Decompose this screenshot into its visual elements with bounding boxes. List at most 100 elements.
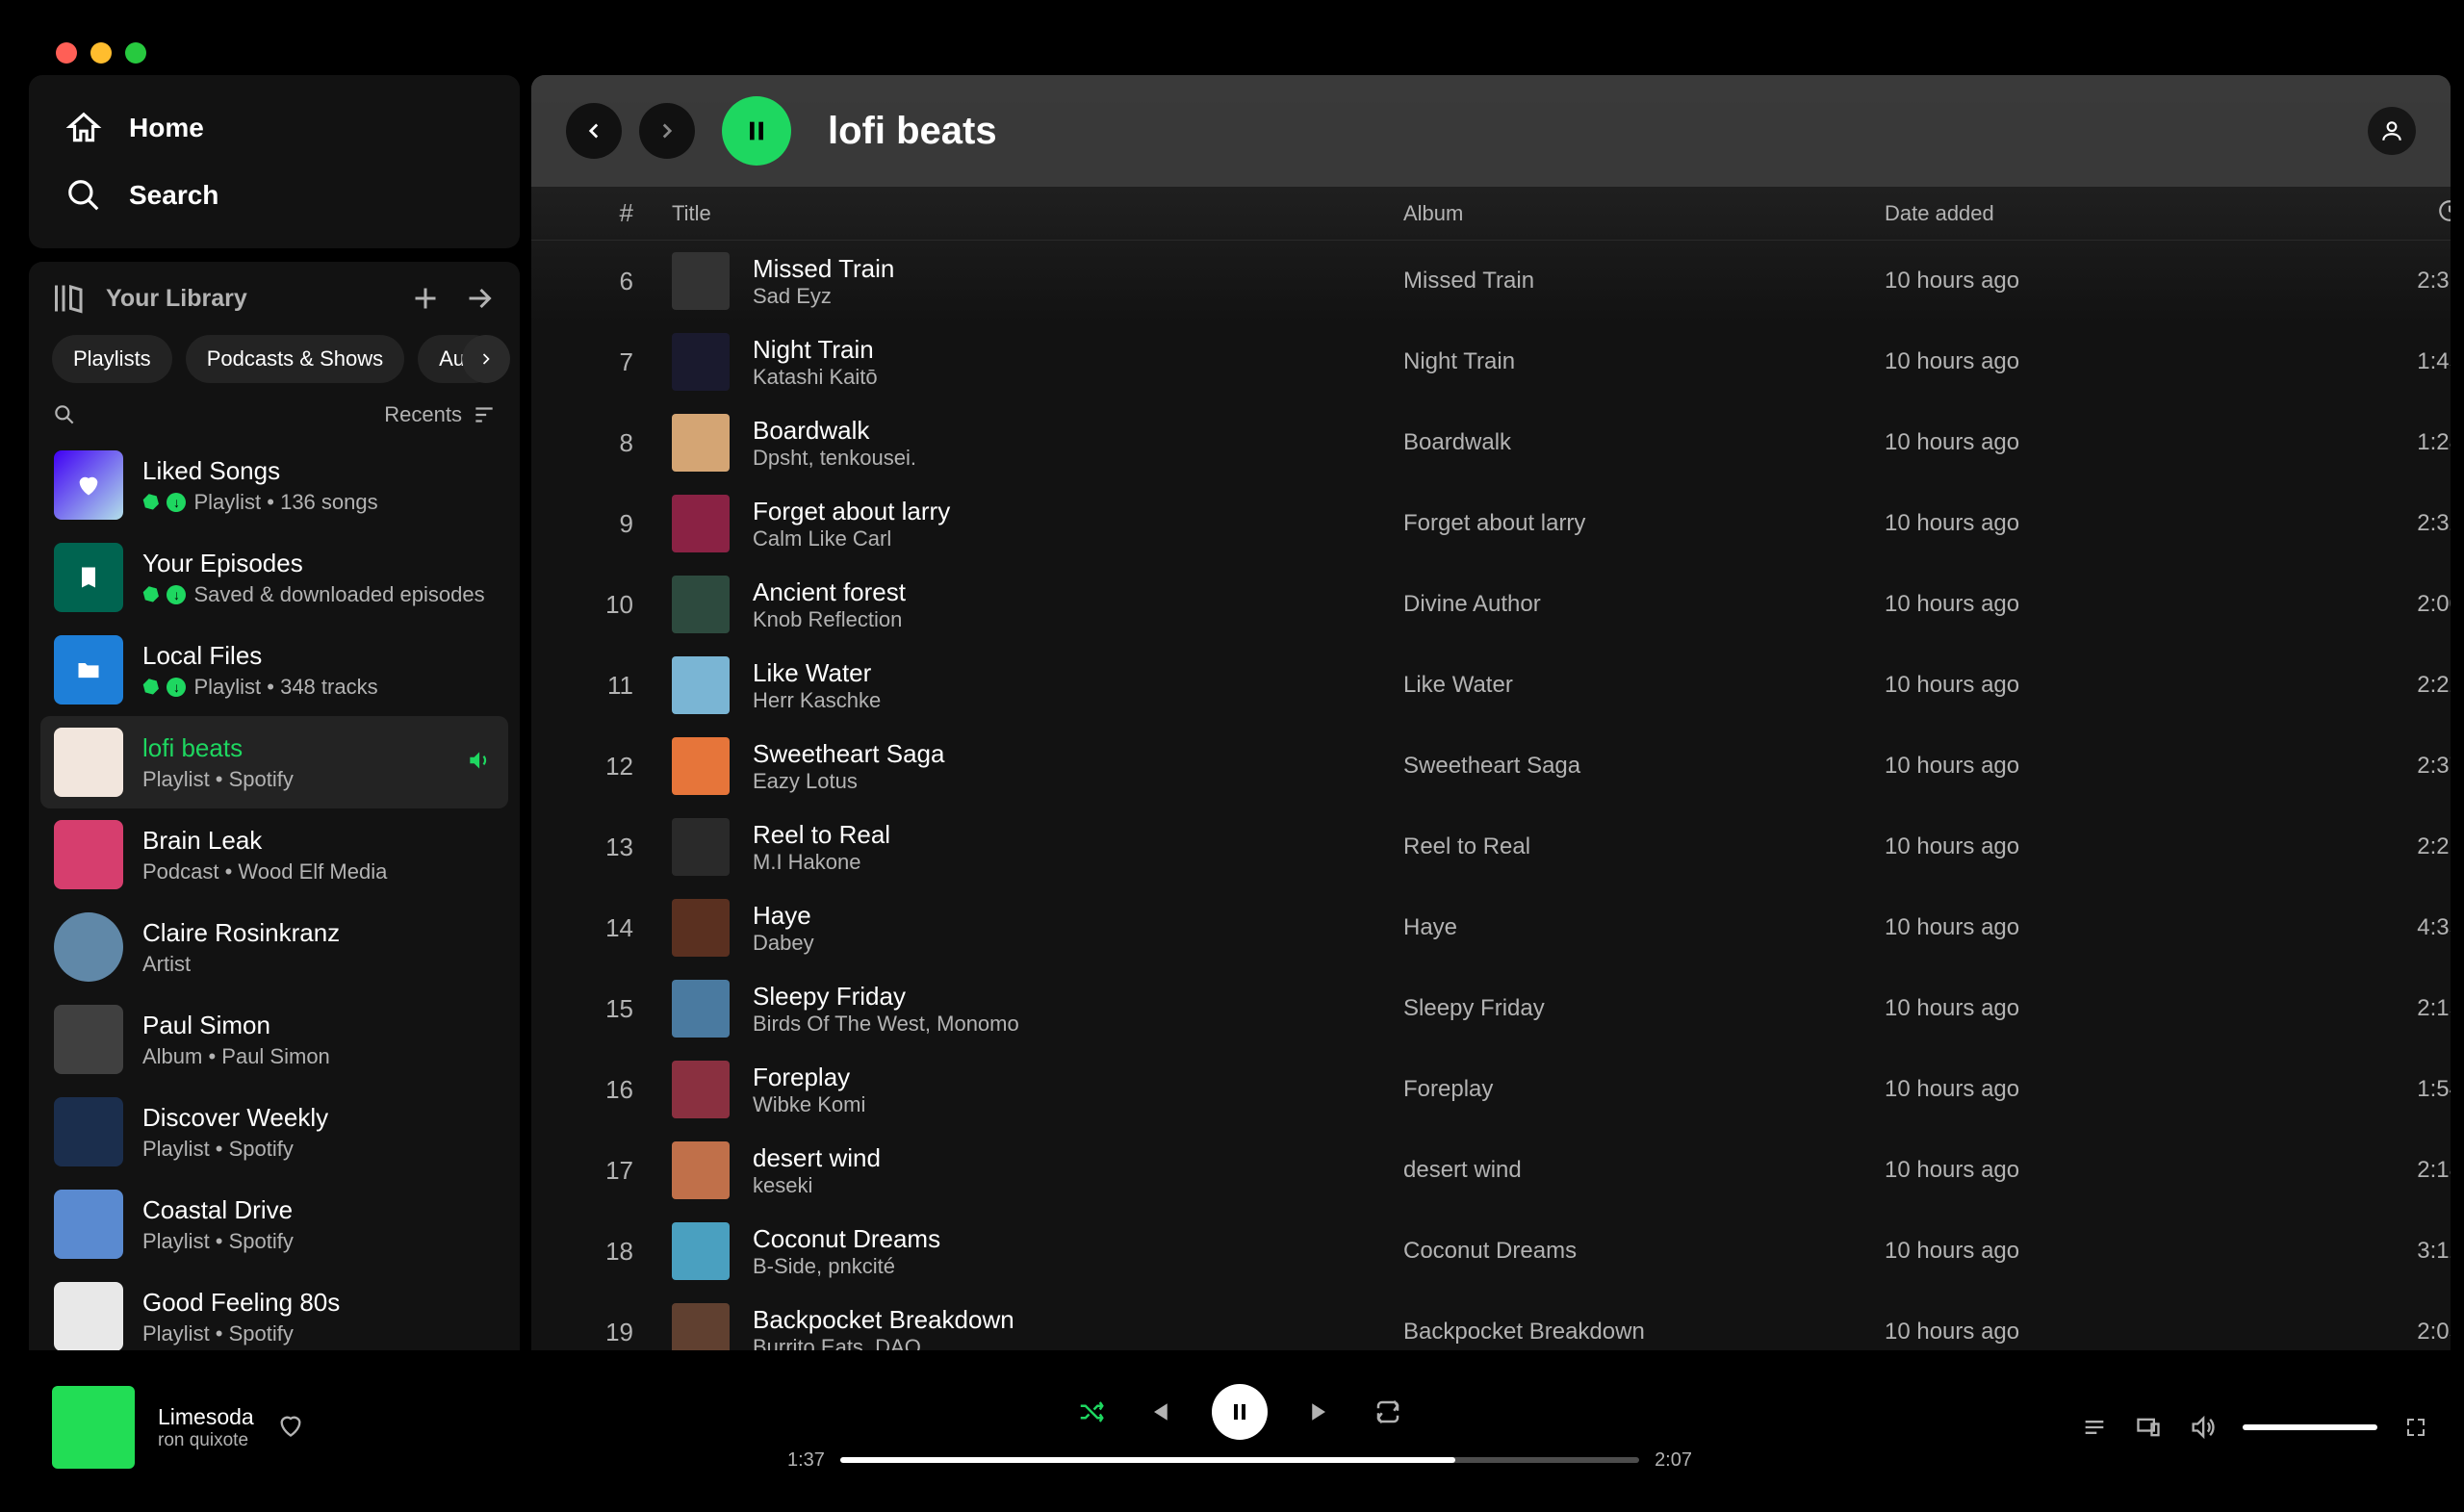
library-item-art [54, 1097, 123, 1166]
track-artist[interactable]: Wibke Komi [753, 1092, 865, 1117]
track-row[interactable]: 8BoardwalkDpsht, tenkousei.Boardwalk10 h… [531, 402, 2451, 483]
library-item-sub: Playlist • Spotify [142, 1229, 294, 1254]
volume-icon [2189, 1414, 2216, 1441]
track-album[interactable]: Boardwalk [1403, 429, 1885, 456]
library-item-title: Discover Weekly [142, 1103, 328, 1133]
track-artist[interactable]: Calm Like Carl [753, 526, 950, 551]
user-icon [2379, 118, 2404, 143]
track-art [672, 1061, 730, 1118]
track-row[interactable]: 16ForeplayWibke KomiForeplay10 hours ago… [531, 1049, 2451, 1130]
elapsed-time: 1:37 [787, 1449, 825, 1472]
track-artist[interactable]: Birds Of The West, Monomo [753, 1012, 1019, 1037]
track-art [672, 1222, 730, 1280]
track-album[interactable]: Foreplay [1403, 1076, 1885, 1103]
repeat-button[interactable] [1373, 1397, 1402, 1426]
track-album[interactable]: Sweetheart Saga [1403, 753, 1885, 780]
nav-home[interactable]: Home [48, 94, 500, 162]
library-icon[interactable] [52, 281, 87, 316]
track-album[interactable]: Haye [1403, 914, 1885, 941]
next-button[interactable] [1306, 1397, 1335, 1426]
track-row[interactable]: 13Reel to RealM.I HakoneReel to Real10 h… [531, 807, 2451, 887]
track-album[interactable]: Sleepy Friday [1403, 995, 1885, 1022]
now-playing-art[interactable] [52, 1386, 135, 1469]
user-menu[interactable] [2368, 107, 2416, 155]
library-item[interactable]: Your Episodes⬢Saved & downloaded episode… [40, 531, 508, 624]
track-artist[interactable]: Katashi Kaitō [753, 365, 878, 390]
track-row[interactable]: 9Forget about larryCalm Like CarlForget … [531, 483, 2451, 564]
track-date: 10 hours ago [1885, 429, 2308, 456]
library-item[interactable]: Brain LeakPodcast • Wood Elf Media [40, 808, 508, 901]
search-library-icon[interactable] [52, 402, 77, 427]
library-item[interactable]: Paul SimonAlbum • Paul Simon [40, 993, 508, 1086]
volume-button[interactable] [2189, 1414, 2216, 1441]
devices-button[interactable] [2135, 1414, 2162, 1441]
fullscreen-window-icon[interactable] [125, 42, 146, 64]
track-date: 10 hours ago [1885, 1238, 2308, 1265]
minimize-window-icon[interactable] [90, 42, 112, 64]
nav-search[interactable]: Search [48, 162, 500, 229]
queue-button[interactable] [2081, 1414, 2108, 1441]
track-album[interactable]: Missed Train [1403, 268, 1885, 295]
track-row[interactable]: 6Missed TrainSad EyzMissed Train10 hours… [531, 241, 2451, 321]
track-artist[interactable]: keseki [753, 1173, 881, 1198]
library-sort[interactable]: Recents [384, 402, 497, 427]
like-button[interactable] [277, 1412, 304, 1444]
track-artist[interactable]: B-Side, pnkcité [753, 1254, 940, 1279]
track-row[interactable]: 11Like WaterHerr KaschkeLike Water10 hou… [531, 645, 2451, 726]
library-item[interactable]: Good Feeling 80sPlaylist • Spotify [40, 1270, 508, 1363]
track-album[interactable]: Like Water [1403, 672, 1885, 699]
track-row[interactable]: 15Sleepy FridayBirds Of The West, Monomo… [531, 968, 2451, 1049]
nav-forward[interactable] [639, 103, 695, 159]
plus-icon[interactable] [408, 281, 443, 316]
track-artist[interactable]: Dpsht, tenkousei. [753, 446, 916, 471]
track-number: 12 [566, 752, 672, 782]
track-row[interactable]: 10Ancient forestKnob ReflectionDivine Au… [531, 564, 2451, 645]
track-album[interactable]: Divine Author [1403, 591, 1885, 618]
chip-podcasts[interactable]: Podcasts & Shows [186, 335, 404, 383]
track-artist[interactable]: Knob Reflection [753, 607, 906, 632]
fullscreen-button[interactable] [2404, 1416, 2427, 1439]
window-controls[interactable] [56, 42, 146, 64]
track-album[interactable]: desert wind [1403, 1157, 1885, 1184]
track-album[interactable]: Backpocket Breakdown [1403, 1319, 1885, 1345]
now-playing-title[interactable]: Limesoda [158, 1404, 254, 1430]
track-artist[interactable]: Sad Eyz [753, 284, 894, 309]
track-title: Night Train [753, 335, 878, 365]
track-album[interactable]: Night Train [1403, 348, 1885, 375]
close-window-icon[interactable] [56, 42, 77, 64]
volume-bar[interactable] [2243, 1424, 2377, 1430]
nav-back[interactable] [566, 103, 622, 159]
library-item[interactable]: Coastal DrivePlaylist • Spotify [40, 1178, 508, 1270]
track-album[interactable]: Forget about larry [1403, 510, 1885, 537]
track-row[interactable]: 18Coconut DreamsB-Side, pnkcitéCoconut D… [531, 1211, 2451, 1292]
track-duration: 2:18 [2308, 1157, 2451, 1184]
track-artist[interactable]: M.I Hakone [753, 850, 890, 875]
now-playing-artist[interactable]: ron quixote [158, 1430, 254, 1451]
previous-button[interactable] [1144, 1397, 1173, 1426]
track-row[interactable]: 12Sweetheart SagaEazy LotusSweetheart Sa… [531, 726, 2451, 807]
arrow-right-icon[interactable] [462, 281, 497, 316]
track-artist[interactable]: Eazy Lotus [753, 769, 944, 794]
library-item[interactable]: Local Files⬢Playlist • 348 tracks [40, 624, 508, 716]
track-album[interactable]: Coconut Dreams [1403, 1238, 1885, 1265]
play-pause-button[interactable] [1212, 1384, 1268, 1440]
library-item[interactable]: Discover WeeklyPlaylist • Spotify [40, 1086, 508, 1178]
shuffle-button[interactable] [1077, 1397, 1106, 1426]
track-artist[interactable]: Dabey [753, 931, 814, 956]
track-album[interactable]: Reel to Real [1403, 833, 1885, 860]
library-item[interactable]: Liked Songs⬢Playlist • 136 songs [40, 439, 508, 531]
track-row[interactable]: 17desert windkesekidesert wind10 hours a… [531, 1130, 2451, 1211]
play-button[interactable] [722, 96, 791, 166]
library-item[interactable]: Claire RosinkranzArtist [40, 901, 508, 993]
progress-bar[interactable] [840, 1457, 1639, 1463]
chip-playlists[interactable]: Playlists [52, 335, 172, 383]
track-duration: 2:21 [2308, 833, 2451, 860]
library-item[interactable]: lofi beatsPlaylist • Spotify [40, 716, 508, 808]
track-title: Like Water [753, 658, 881, 688]
track-row[interactable]: 14HayeDabeyHaye10 hours ago4:35 [531, 887, 2451, 968]
track-artist[interactable]: Herr Kaschke [753, 688, 881, 713]
chips-scroll-right[interactable] [462, 335, 510, 383]
track-row[interactable]: 7Night TrainKatashi KaitōNight Train10 h… [531, 321, 2451, 402]
library-item-art [54, 1190, 123, 1259]
library-title[interactable]: Your Library [106, 285, 247, 313]
